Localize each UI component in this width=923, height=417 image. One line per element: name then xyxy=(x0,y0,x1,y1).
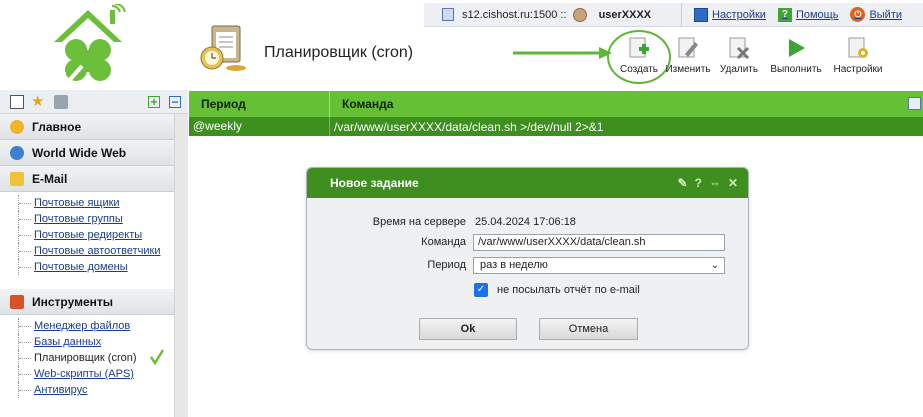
star-icon[interactable]: ★ xyxy=(31,94,45,109)
section-email[interactable]: E-Mail xyxy=(0,166,174,192)
logo-icon xyxy=(54,4,126,88)
settings-icon xyxy=(694,7,708,22)
column-period[interactable]: Период xyxy=(189,91,330,117)
cancel-button[interactable]: Отмена xyxy=(539,318,638,340)
sidebar-item-cron-label: Планировщик (cron) xyxy=(34,352,137,364)
delete-label: Удалить xyxy=(719,64,759,75)
top-bar: s12.cishost.ru:1500 :: userXXXX Настройк… xyxy=(424,3,923,27)
server-time-label: Время на сервере xyxy=(372,216,466,228)
table-row[interactable]: @weekly /var/www/userXXXX/data/clean.sh … xyxy=(189,117,923,136)
period-select-value: раз в неделю xyxy=(480,259,548,271)
section-tools[interactable]: Инструменты xyxy=(0,289,174,315)
new-task-dialog: Новое задание ✎ ? ⇔ ✕ Время на сервере 2… xyxy=(306,167,749,350)
help-icon[interactable]: ? xyxy=(695,176,702,190)
delete-button[interactable]: Удалить xyxy=(714,36,764,75)
sidebar-item-autoresponders[interactable]: Почтовые автоответчики xyxy=(18,243,174,259)
cell-command: /var/www/userXXXX/data/clean.sh >/dev/nu… xyxy=(334,119,604,134)
logout-link-label: Выйти xyxy=(869,8,903,21)
edit-label: Изменить xyxy=(665,64,711,75)
briefcase-icon[interactable] xyxy=(54,95,68,109)
resize-icon[interactable]: ⇔ xyxy=(709,176,721,190)
sidebar-item-mail-domains[interactable]: Почтовые домены xyxy=(18,259,174,275)
checkmark-icon xyxy=(149,349,165,365)
section-main-label: Главное xyxy=(32,119,82,134)
dialog-title: Новое задание xyxy=(330,176,419,190)
dialog-header: Новое задание ✎ ? ⇔ ✕ xyxy=(307,168,748,198)
settings-link-label: Настройки xyxy=(712,8,766,21)
delete-document-icon xyxy=(729,37,750,60)
username: userXXXX xyxy=(598,8,652,21)
mail-icon xyxy=(10,171,24,186)
toolbar-settings-label: Настройки xyxy=(833,64,883,75)
sidebar-item-databases[interactable]: Базы данных xyxy=(18,334,174,350)
play-icon xyxy=(789,39,805,57)
list-icon[interactable] xyxy=(10,95,24,109)
section-tools-label: Инструменты xyxy=(32,294,114,309)
pin-icon[interactable]: ✎ xyxy=(678,176,688,190)
settings-document-icon xyxy=(848,37,868,58)
command-label: Команда xyxy=(421,236,466,248)
run-button[interactable]: Выполнить xyxy=(764,36,828,75)
section-email-label: E-Mail xyxy=(32,171,68,186)
globe-icon xyxy=(10,145,24,160)
help-link[interactable]: ? Помощь xyxy=(777,7,839,22)
sidebar-item-file-manager[interactable]: Менеджер файлов xyxy=(18,318,174,334)
sidebar-tabs: ★ + − xyxy=(0,90,188,114)
column-command[interactable]: Команда xyxy=(330,97,393,111)
toolbar-settings-button[interactable]: Настройки xyxy=(828,36,888,75)
sidebar-item-web-scripts[interactable]: Web-скрипты (APS) xyxy=(18,366,174,382)
add-document-icon xyxy=(629,37,649,58)
create-label: Создать xyxy=(619,64,658,75)
edit-document-icon xyxy=(678,37,698,58)
section-www[interactable]: World Wide Web xyxy=(0,140,174,166)
page-title: Планировщик (cron) xyxy=(264,44,414,61)
section-main[interactable]: Главное xyxy=(0,114,174,140)
sidebar-item-mailboxes[interactable]: Почтовые ящики xyxy=(18,195,174,211)
email-submenu: Почтовые ящики Почтовые группы Почтовые … xyxy=(0,192,174,281)
period-label: Период xyxy=(427,259,466,271)
server-icon xyxy=(442,8,454,21)
cell-period: @weekly xyxy=(189,117,330,136)
server-name: s12.cishost.ru:1500 :: xyxy=(462,8,567,21)
scheduler-icon xyxy=(200,25,246,71)
run-label: Выполнить xyxy=(770,64,822,75)
period-select[interactable]: раз в неделю ⌄ xyxy=(473,257,725,274)
sidebar-item-mail-redirects[interactable]: Почтовые редиректы xyxy=(18,227,174,243)
tools-icon xyxy=(10,294,24,309)
table-columns-icon[interactable] xyxy=(908,97,921,110)
no-mail-checkbox[interactable]: ✓ xyxy=(474,283,488,297)
table-header: Период Команда xyxy=(189,91,923,117)
settings-link[interactable]: Настройки xyxy=(694,7,766,22)
arrow-right-icon xyxy=(513,47,612,59)
toolbar: Создать Изменить Удалить Выполнить Настр… xyxy=(616,36,888,75)
sidebar-scrollbar[interactable] xyxy=(174,114,188,417)
sidebar-item-antivirus[interactable]: Антивирус xyxy=(18,382,174,398)
close-icon[interactable]: ✕ xyxy=(728,176,738,190)
power-icon: ⏻ xyxy=(850,7,866,22)
sidebar-item-mail-groups[interactable]: Почтовые группы xyxy=(18,211,174,227)
collapse-all-icon[interactable]: − xyxy=(169,96,181,108)
ok-button[interactable]: Ok xyxy=(419,318,517,340)
expand-all-icon[interactable]: + xyxy=(148,96,160,108)
chevron-down-icon: ⌄ xyxy=(710,260,719,271)
tools-submenu: Менеджер файлов Базы данных Планировщик … xyxy=(0,315,174,404)
server-info: s12.cishost.ru:1500 :: userXXXX xyxy=(424,3,682,26)
command-input[interactable]: /var/www/userXXXX/data/clean.sh xyxy=(473,234,725,251)
create-button[interactable]: Создать xyxy=(616,36,662,75)
home-icon xyxy=(10,119,24,134)
edit-button[interactable]: Изменить xyxy=(662,36,714,75)
section-www-label: World Wide Web xyxy=(32,145,127,160)
logout-link[interactable]: ⏻ Выйти xyxy=(850,7,902,22)
help-icon: ? xyxy=(777,7,792,22)
no-mail-label: не посылать отчёт по e-mail xyxy=(497,284,640,296)
sidebar: Главное World Wide Web E-Mail Почтовые я… xyxy=(0,114,174,417)
user-icon xyxy=(572,7,587,22)
server-time-value: 25.04.2024 17:06:18 xyxy=(475,216,576,228)
sidebar-item-cron[interactable]: Планировщик (cron) xyxy=(18,349,174,366)
help-link-label: Помощь xyxy=(795,8,839,21)
